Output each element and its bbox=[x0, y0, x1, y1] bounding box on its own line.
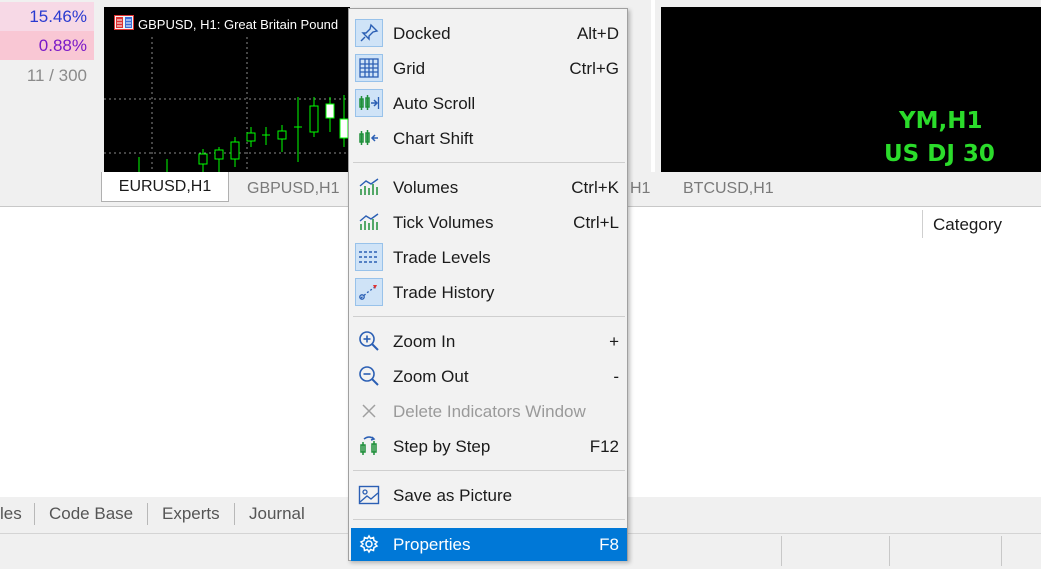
menu-item-volumes[interactable]: Volumes Ctrl+K bbox=[351, 171, 627, 204]
menu-item-shortcut: Ctrl+G bbox=[569, 59, 619, 78]
menu-item-tick-volumes[interactable]: Tick Volumes Ctrl+L bbox=[351, 206, 627, 239]
candlestick-chart bbox=[104, 37, 350, 172]
picture-icon bbox=[355, 481, 383, 509]
menu-item-label: Properties bbox=[393, 535, 471, 554]
tab-partial-bottom[interactable]: les bbox=[0, 501, 22, 527]
chart-description-label: US DJ 30 bbox=[884, 141, 995, 167]
menu-item-trade-levels[interactable]: Trade Levels bbox=[351, 241, 627, 274]
menu-item-label: Save as Picture bbox=[393, 486, 513, 505]
tab-gbpusd[interactable]: GBPUSD,H1 bbox=[247, 175, 339, 202]
menu-separator bbox=[353, 316, 625, 317]
menu-item-label: Delete Indicators Window bbox=[393, 402, 586, 421]
tab-divider bbox=[147, 503, 148, 525]
tick-volumes-icon bbox=[355, 208, 383, 236]
menu-item-label: Step by Step bbox=[393, 437, 491, 456]
close-icon bbox=[355, 397, 383, 425]
menu-item-properties[interactable]: Properties F8 bbox=[351, 528, 627, 561]
menu-item-save-as-picture[interactable]: Save as Picture bbox=[351, 479, 627, 512]
menu-item-zoom-in[interactable]: Zoom In + bbox=[351, 325, 627, 358]
chart-symbol-label: YM,H1 bbox=[899, 108, 983, 134]
menu-item-label: Grid bbox=[393, 59, 426, 78]
menu-separator bbox=[353, 519, 625, 520]
menu-item-shortcut: Alt+D bbox=[576, 24, 619, 43]
menu-item-label: Auto Scroll bbox=[393, 94, 476, 113]
auto-scroll-icon bbox=[355, 89, 383, 117]
tab-divider bbox=[234, 503, 235, 525]
menu-item-shortcut: + bbox=[609, 332, 619, 351]
chart-window-gbpusd[interactable]: GBPUSD, H1: Great Britain Pound bbox=[104, 7, 350, 172]
menu-item-label: Chart Shift bbox=[393, 129, 474, 148]
category-column-header[interactable]: Category bbox=[922, 210, 1002, 238]
menu-item-trade-history[interactable]: Trade History bbox=[351, 276, 627, 309]
menu-item-step-by-step[interactable]: Step by Step F12 bbox=[351, 430, 627, 463]
menu-item-shortcut: - bbox=[613, 367, 619, 386]
step-icon bbox=[355, 432, 383, 460]
chart-divider bbox=[651, 0, 655, 172]
tab-partial[interactable]: H1 bbox=[630, 175, 650, 202]
menu-item-shortcut: Ctrl+K bbox=[571, 178, 619, 197]
market-watch-value[interactable]: 15.46% bbox=[0, 2, 94, 31]
zoom-out-icon bbox=[355, 362, 383, 390]
tab-btcusd[interactable]: BTCUSD,H1 bbox=[683, 175, 774, 202]
pin-icon bbox=[355, 19, 383, 47]
status-divider bbox=[1001, 536, 1002, 566]
menu-item-delete-indicators-window: Delete Indicators Window bbox=[351, 395, 627, 428]
menu-item-shortcut: F8 bbox=[599, 535, 619, 554]
menu-item-label: Trade Levels bbox=[393, 248, 491, 267]
tab-eurusd[interactable]: EURUSD,H1 bbox=[101, 172, 229, 202]
grid-icon bbox=[355, 54, 383, 82]
market-watch-value[interactable]: 0.88% bbox=[0, 31, 94, 60]
trade-history-icon bbox=[355, 278, 383, 306]
status-divider bbox=[781, 536, 782, 566]
symbols-count: 11 / 300 bbox=[26, 66, 87, 85]
menu-item-docked[interactable]: Docked Alt+D bbox=[351, 17, 627, 50]
market-watch-panel: 15.46% 0.88% 11 / 300 bbox=[0, 0, 94, 172]
menu-item-label: Tick Volumes bbox=[393, 213, 494, 232]
zoom-in-icon bbox=[355, 327, 383, 355]
volumes-icon bbox=[355, 173, 383, 201]
menu-item-label: Trade History bbox=[393, 283, 495, 302]
gear-icon bbox=[355, 530, 383, 558]
status-divider bbox=[889, 536, 890, 566]
menu-item-label: Zoom Out bbox=[393, 367, 469, 386]
menu-item-grid[interactable]: Grid Ctrl+G bbox=[351, 52, 627, 85]
menu-item-zoom-out[interactable]: Zoom Out - bbox=[351, 360, 627, 393]
tab-experts[interactable]: Experts bbox=[162, 501, 220, 527]
menu-item-shortcut: Ctrl+L bbox=[573, 213, 619, 232]
chart-context-menu: Docked Alt+D Grid Ctrl+G Auto Scroll Cha… bbox=[348, 8, 628, 561]
menu-item-shortcut: F12 bbox=[589, 437, 619, 456]
menu-separator bbox=[353, 162, 625, 163]
menu-item-label: Zoom In bbox=[393, 332, 456, 351]
menu-separator bbox=[353, 470, 625, 471]
tab-divider bbox=[34, 503, 35, 525]
tab-journal[interactable]: Journal bbox=[249, 501, 305, 527]
chart-window-ym[interactable]: YM,H1 US DJ 30 bbox=[661, 7, 1041, 172]
menu-item-chart-shift[interactable]: Chart Shift bbox=[351, 122, 627, 155]
tab-code-base[interactable]: Code Base bbox=[49, 501, 133, 527]
chart-shift-icon bbox=[355, 124, 383, 152]
trade-levels-icon bbox=[355, 243, 383, 271]
menu-item-auto-scroll[interactable]: Auto Scroll bbox=[351, 87, 627, 120]
menu-item-label: Docked bbox=[393, 24, 451, 43]
menu-item-label: Volumes bbox=[393, 178, 459, 197]
